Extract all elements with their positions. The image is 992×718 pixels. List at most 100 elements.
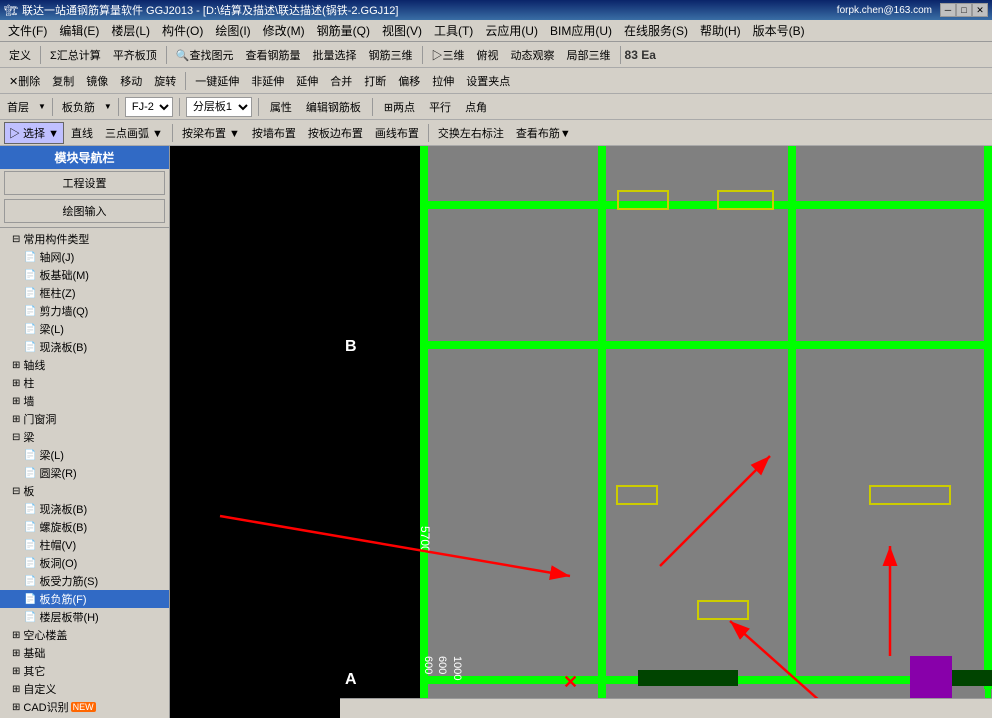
sidebar-item-slab-group[interactable]: ⊟ 板 (0, 482, 169, 500)
sidebar-tree: ⊟ 常用构件类型 📄 轴网(J) 📄 板基础(M) 📄 框柱(Z) 📄 剪力墙(… (0, 230, 169, 718)
menu-version[interactable]: 版本号(B) (747, 20, 811, 41)
file-icon: 📄 (24, 288, 36, 299)
sidebar-item-col-cap[interactable]: 📄 柱帽(V) (0, 536, 169, 554)
menu-file[interactable]: 文件(F) (2, 20, 53, 41)
menu-component[interactable]: 构件(O) (156, 20, 209, 41)
sidebar-item-slab-force-rebar[interactable]: 📄 板受力筋(S) (0, 572, 169, 590)
align-top-button[interactable]: 平齐板顶 (108, 44, 162, 66)
draw-input-button[interactable]: 绘图输入 (4, 199, 165, 223)
ea-indicator: 83 Ea (625, 48, 656, 62)
sidebar-item-floor-band[interactable]: 📄 楼层板带(H) (0, 608, 169, 626)
sidebar-item-slab[interactable]: 📄 现浇板(B) (0, 338, 169, 356)
copy-button[interactable]: 复制 (47, 70, 79, 92)
menu-edit[interactable]: 编辑(E) (53, 20, 105, 41)
sidebar-item-foundation[interactable]: ⊞ 基础 (0, 644, 169, 662)
mirror-button[interactable]: 镜像 (81, 70, 113, 92)
menu-tools[interactable]: 工具(T) (428, 20, 479, 41)
beam-group-label: 梁 (23, 429, 34, 445)
3d-button[interactable]: ▷三维 (427, 44, 470, 66)
file-icon: 📄 (24, 324, 36, 335)
floor-dropdown-icon[interactable]: ▼ (38, 102, 46, 111)
sidebar-item-slab-neg-rebar[interactable]: 📄 板负筋(F) (0, 590, 169, 608)
parallel-button[interactable]: 平行 (424, 96, 456, 118)
merge-button[interactable]: 合并 (325, 70, 357, 92)
draw-line-place-button[interactable]: 画线布置 (370, 122, 424, 144)
two-point-button[interactable]: ⊞两点 (379, 96, 420, 118)
offset-button[interactable]: 偏移 (393, 70, 425, 92)
sidebar-item-spiral-slab[interactable]: 📄 螺旋板(B) (0, 518, 169, 536)
rotate-button[interactable]: 旋转 (149, 70, 181, 92)
sidebar-item-column-group[interactable]: ⊞ 柱 (0, 374, 169, 392)
arc-button[interactable]: 三点画弧 ▼ (100, 122, 168, 144)
sidebar-item-cast-slab[interactable]: 📄 现浇板(B) (0, 500, 169, 518)
menu-rebar[interactable]: 钢筋量(Q) (311, 20, 376, 41)
break-button[interactable]: 打断 (359, 70, 391, 92)
sidebar-item-wall-group[interactable]: ⊞ 墙 (0, 392, 169, 410)
menu-help[interactable]: 帮助(H) (694, 20, 747, 41)
floor-label: 首层 (4, 99, 32, 115)
by-beam-button[interactable]: 按梁布置 ▼ (177, 122, 245, 144)
sidebar-item-base[interactable]: 📄 板基础(M) (0, 266, 169, 284)
menu-draw[interactable]: 绘图(I) (209, 20, 256, 41)
sidebar-item-round-beam[interactable]: 📄 圆梁(R) (0, 464, 169, 482)
define-button[interactable]: 定义 (4, 44, 36, 66)
sidebar-item-others[interactable]: ⊞ 其它 (0, 662, 169, 680)
sidebar-item-slab-hole[interactable]: 📄 板洞(O) (0, 554, 169, 572)
rebar-3d-button[interactable]: 钢筋三维 (364, 44, 418, 66)
expand-icon: ⊞ (12, 378, 20, 389)
sidebar-item-door-window[interactable]: ⊞ 门窗洞 (0, 410, 169, 428)
dynamic-view-button[interactable]: 动态观察 (506, 44, 560, 66)
local-3d-button[interactable]: 局部三维 (562, 44, 616, 66)
menu-floor[interactable]: 楼层(L) (105, 20, 156, 41)
find-button[interactable]: 🔍查找图元 (171, 44, 239, 66)
point-angle-button[interactable]: 点角 (460, 96, 492, 118)
edit-rebar-button[interactable]: 编辑钢筋板 (301, 96, 366, 118)
menu-online[interactable]: 在线服务(S) (618, 20, 694, 41)
rebar-type-dropdown-icon[interactable]: ▼ (104, 102, 112, 111)
one-key-extend-button[interactable]: 一键延伸 (190, 70, 244, 92)
sidebar-item-axis[interactable]: 📄 轴网(J) (0, 248, 169, 266)
view-rebar-button[interactable]: 查看钢筋量 (241, 44, 306, 66)
sidebar-item-beam-l[interactable]: 📄 梁(L) (0, 446, 169, 464)
delete-button[interactable]: ✕删除 (4, 70, 45, 92)
stretch-button[interactable]: 拉伸 (427, 70, 459, 92)
sidebar-item-cad[interactable]: ⊞ CAD识别 NEW (0, 698, 169, 716)
sidebar-item-custom[interactable]: ⊞ 自定义 (0, 680, 169, 698)
menu-modify[interactable]: 修改(M) (257, 20, 311, 41)
menu-cloud[interactable]: 云应用(U) (479, 20, 544, 41)
extend-button[interactable]: 延伸 (291, 70, 323, 92)
line-button[interactable]: 直线 (66, 122, 98, 144)
top-view-button[interactable]: 俯视 (472, 44, 504, 66)
move-button[interactable]: 移动 (115, 70, 147, 92)
batch-select-button[interactable]: 批量选择 (308, 44, 362, 66)
menu-bim[interactable]: BIM应用(U) (544, 20, 618, 41)
project-settings-button[interactable]: 工程设置 (4, 171, 165, 195)
swap-label-button[interactable]: 交换左右标注 (433, 122, 509, 144)
rebar-subtype-select[interactable]: FJ-2 (125, 97, 173, 117)
expand-icon: ⊞ (12, 666, 20, 677)
select-button[interactable]: ▷ 选择 ▼ (4, 122, 64, 144)
sidebar-item-column[interactable]: 📄 框柱(Z) (0, 284, 169, 302)
layer-select[interactable]: 分层板1 (186, 97, 252, 117)
canvas-area[interactable]: 5700 600 600 1000 B A 600 ✕ (170, 146, 992, 718)
sidebar-item-common[interactable]: ⊟ 常用构件类型 (0, 230, 169, 248)
view-rebar-dist-button[interactable]: 查看布筋▼ (511, 122, 576, 144)
properties-button[interactable]: 属性 (265, 96, 297, 118)
sidebar-item-axis-group[interactable]: ⊞ 轴线 (0, 356, 169, 374)
set-grip-button[interactable]: 设置夹点 (461, 70, 515, 92)
maximize-button[interactable]: □ (956, 3, 972, 17)
new-badge: NEW (71, 702, 96, 712)
svg-text:5700: 5700 (418, 526, 432, 553)
by-wall-button[interactable]: 按墙布置 (247, 122, 301, 144)
minimize-button[interactable]: ─ (940, 3, 956, 17)
calc-button[interactable]: Σ汇总计算 (45, 44, 106, 66)
sidebar-item-beam[interactable]: 📄 梁(L) (0, 320, 169, 338)
sidebar-item-shearwall[interactable]: 📄 剪力墙(Q) (0, 302, 169, 320)
close-button[interactable]: ✕ (972, 3, 988, 17)
no-extend-button[interactable]: 非延伸 (246, 70, 289, 92)
menu-view[interactable]: 视图(V) (376, 20, 428, 41)
sidebar-item-hollow[interactable]: ⊞ 空心楼盖 (0, 626, 169, 644)
sidebar-item-beam-group[interactable]: ⊟ 梁 (0, 428, 169, 446)
svg-text:600: 600 (422, 656, 434, 674)
by-board-edge-button[interactable]: 按板边布置 (303, 122, 368, 144)
